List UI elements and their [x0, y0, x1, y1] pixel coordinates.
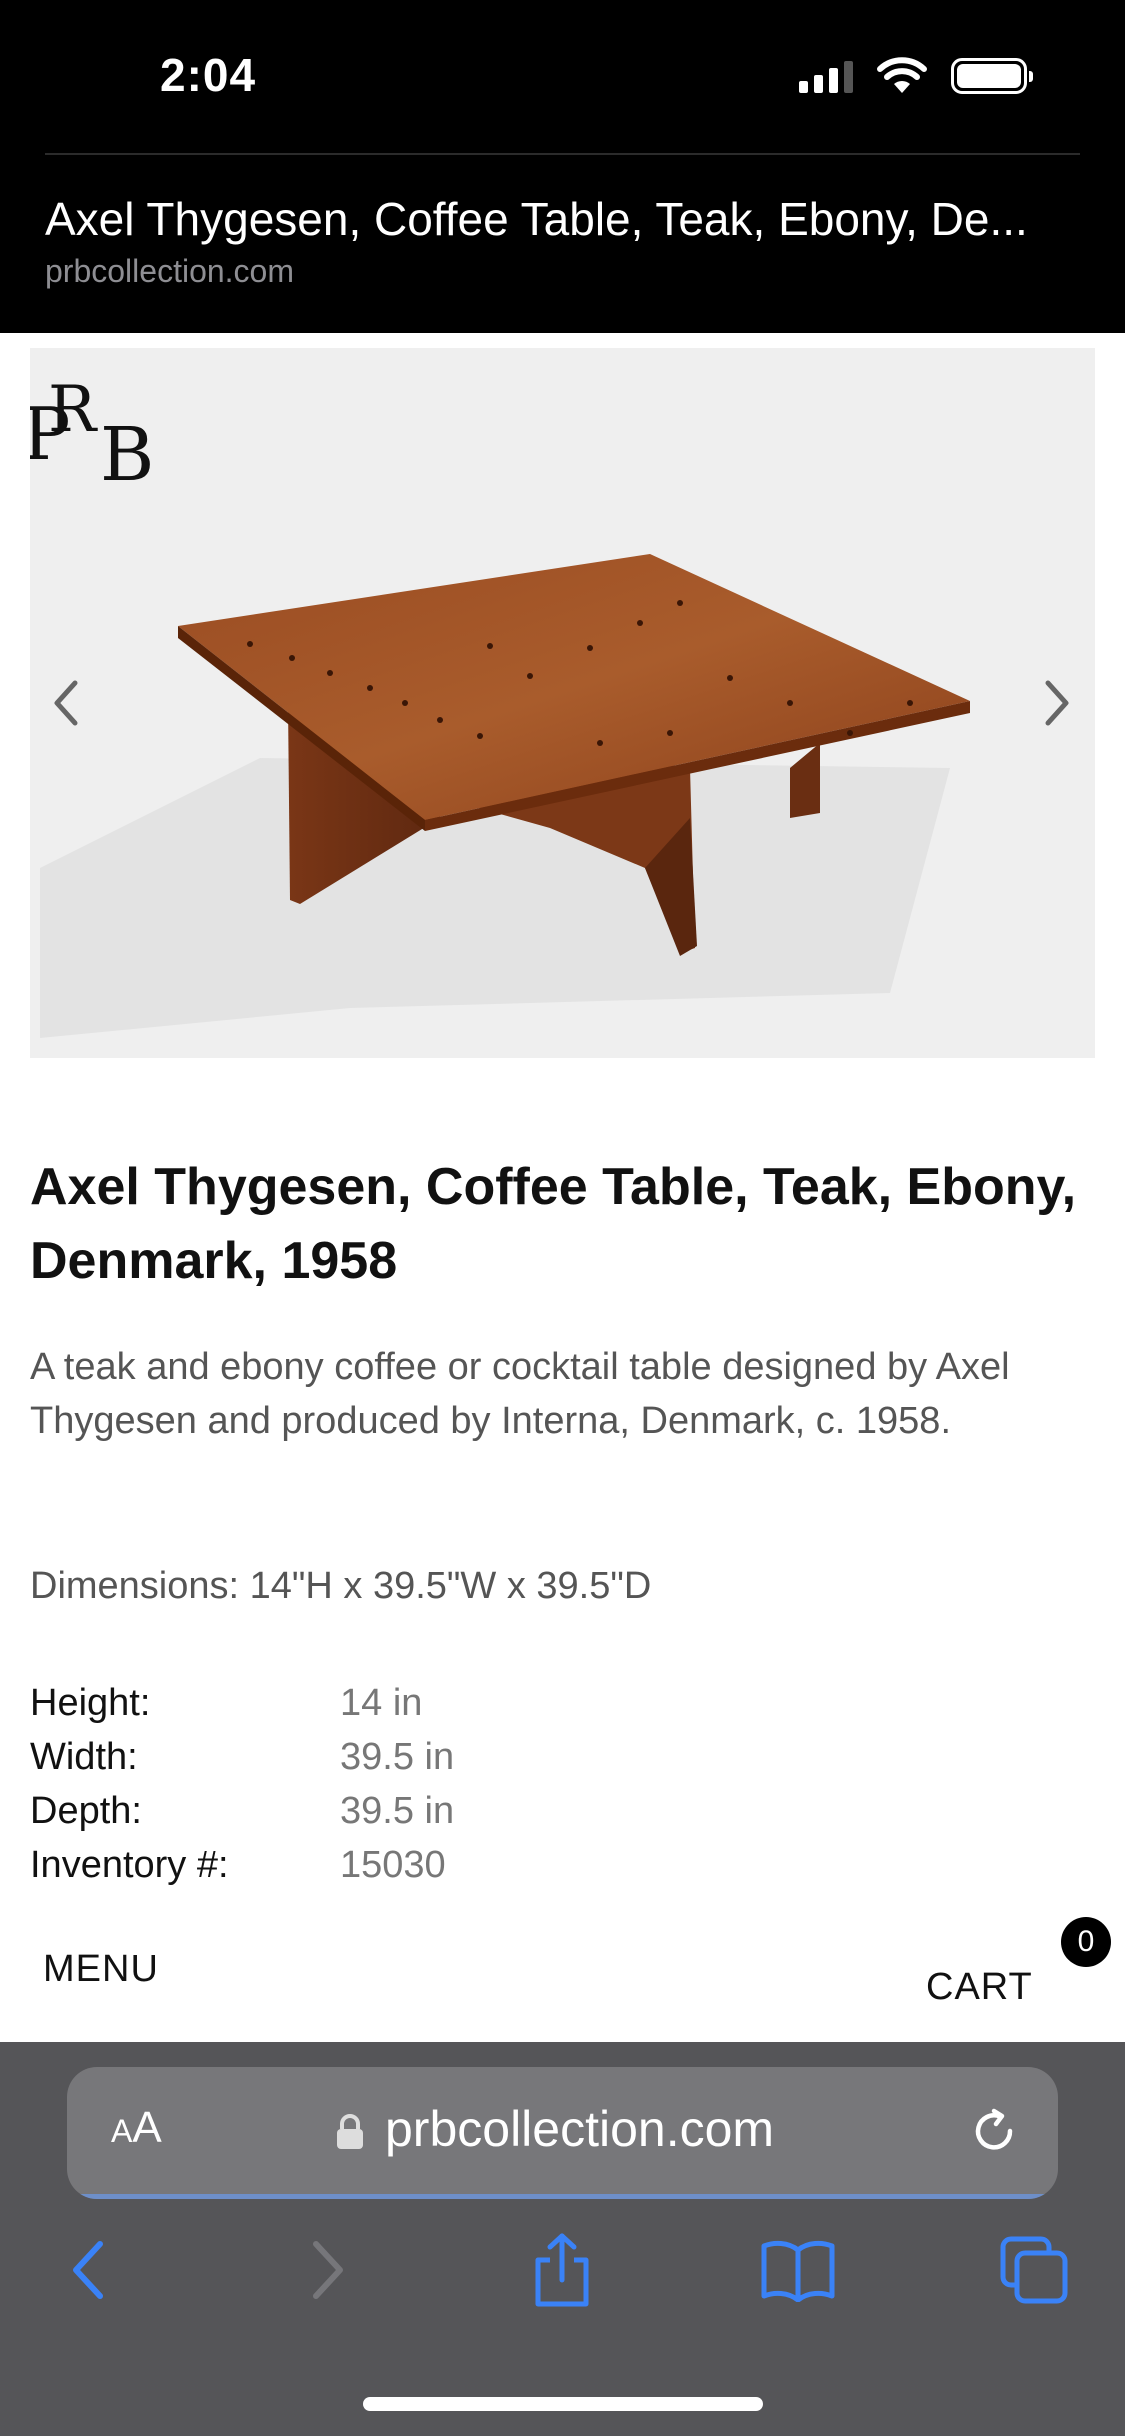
address-bar[interactable]: AA prbcollection.com — [67, 2067, 1058, 2199]
forward-icon — [313, 2241, 343, 2299]
carousel-next-button[interactable] — [1027, 668, 1087, 738]
product-description: A teak and ebony coffee or cocktail tabl… — [30, 1346, 1010, 1442]
share-icon — [535, 2233, 589, 2307]
spec-row-width: Width: 39.5 in — [30, 1730, 454, 1784]
cellular-signal-icon — [799, 59, 853, 93]
carousel-prev-button[interactable] — [36, 668, 96, 738]
status-icons — [799, 56, 1033, 96]
spec-value: 15030 — [340, 1843, 446, 1886]
spec-row-depth: Depth: 39.5 in — [30, 1784, 454, 1838]
bookmarks-icon — [761, 2240, 835, 2302]
home-indicator — [363, 2397, 763, 2411]
chevron-right-icon — [1045, 680, 1069, 726]
spec-value: 14 in — [340, 1681, 423, 1724]
page-header-domain: prbcollection.com — [45, 253, 294, 289]
spec-row-inventory: Inventory #: 15030 — [30, 1838, 454, 1892]
spec-value: 39.5 in — [340, 1789, 455, 1832]
forward-button[interactable] — [288, 2230, 368, 2310]
url-text[interactable]: prbcollection.com — [385, 2100, 774, 2158]
browser-header-area: 2:04 Axel Thygesen, Coffee Table, Teak, … — [0, 0, 1125, 333]
reader-settings-button[interactable]: AA — [111, 2103, 162, 2153]
spec-label: Width: — [30, 1735, 138, 1778]
wifi-icon — [877, 57, 927, 93]
prb-logo: P R B — [30, 373, 155, 498]
lock-icon — [337, 2114, 363, 2149]
product-image-carousel[interactable]: P R B — [30, 348, 1095, 1058]
tabs-icon — [1000, 2236, 1068, 2304]
spec-label: Inventory #: — [30, 1843, 229, 1886]
product-specs-table: Height: 14 in Width: 39.5 in Depth: 39.5… — [30, 1676, 454, 1892]
page-header-title: Axel Thygesen, Coffee Table, Teak, Ebony… — [45, 193, 1028, 245]
status-time: 2:04 — [160, 49, 257, 101]
header-divider — [45, 153, 1080, 155]
product-title: Axel Thygesen, Coffee Table, Teak, Ebony… — [30, 1158, 1077, 1290]
bookmarks-button[interactable] — [758, 2230, 838, 2310]
spec-value: 39.5 in — [340, 1735, 455, 1778]
back-button[interactable] — [48, 2230, 128, 2310]
menu-button[interactable]: MENU — [43, 1948, 159, 1991]
cart-button[interactable]: CART — [926, 1966, 1033, 2009]
share-button[interactable] — [522, 2230, 602, 2310]
back-icon — [73, 2241, 103, 2299]
chevron-left-icon — [54, 680, 78, 726]
tabs-button[interactable] — [994, 2230, 1074, 2310]
product-image — [40, 554, 970, 1038]
product-dimensions: Dimensions: 14"H x 39.5"W x 39.5"D — [30, 1565, 652, 1607]
reload-icon[interactable] — [968, 2105, 1020, 2157]
battery-icon — [951, 58, 1033, 94]
spec-row-height: Height: 14 in — [30, 1676, 454, 1730]
safari-toolbar — [0, 2230, 1125, 2330]
spec-label: Height: — [30, 1681, 151, 1724]
cart-count-badge: 0 — [1061, 1917, 1111, 1967]
spec-label: Depth: — [30, 1789, 142, 1832]
